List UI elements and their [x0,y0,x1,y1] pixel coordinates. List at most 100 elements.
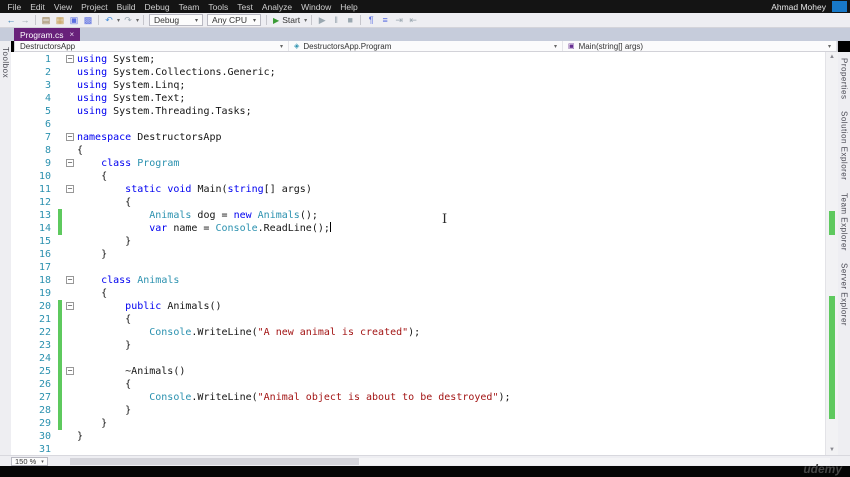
code-line-11[interactable]: 11 − static void Main(string[] args) [11,183,825,196]
menu-tools[interactable]: Tools [204,2,233,12]
panel-tab-properties[interactable]: Properties [840,58,849,99]
undo-icon[interactable]: ↶ [102,14,116,27]
chevron-down-icon[interactable]: ▾ [554,43,557,50]
vertical-scrollbar[interactable]: ▲ ▼ [825,52,838,455]
code-line-8[interactable]: 8{ [11,144,825,157]
code-line-14[interactable]: 14 var name = Console.ReadLine(); [11,222,825,235]
nav-forward-icon[interactable]: → [18,14,32,27]
code-line-3[interactable]: 3 using System.Linq; [11,79,825,92]
tab-program-cs[interactable]: Program.cs × [14,28,81,41]
code-line-1[interactable]: 1 − using System; [11,53,825,66]
code-line-9[interactable]: 9 − class Program [11,157,825,170]
code-line-12[interactable]: 12 { [11,196,825,209]
save-icon[interactable]: ▣ [67,14,81,27]
code-text: class Animals [101,275,180,286]
fold-margin [62,222,77,235]
show-whitespace-icon[interactable]: ¶ [364,14,378,27]
code-line-18[interactable]: 18 − class Animals [11,274,825,287]
run-icon[interactable]: ▶ [315,14,329,27]
indent-icon[interactable]: ⇥ [392,14,406,27]
horizontal-scroll-thumb[interactable] [70,458,359,465]
panel-tab-toolbox[interactable]: Toolbox [1,47,10,78]
collapse-icon[interactable]: − [66,367,74,375]
start-label: Start [282,15,301,25]
code-line-28[interactable]: 28 } [11,404,825,417]
scroll-down-icon[interactable]: ▼ [826,447,838,453]
menu-edit[interactable]: Edit [26,2,50,12]
panel-tab-solution-explorer[interactable]: Solution Explorer [840,111,849,180]
code-line-22[interactable]: 22 Console.WriteLine("A new animal is cr… [11,326,825,339]
menu-view[interactable]: View [49,2,76,12]
menu-items: File Edit View Project Build Debug Team Tools Te… [3,2,362,12]
code-line-30[interactable]: 30} [11,430,825,443]
outdent-icon[interactable]: ⇤ [406,14,420,27]
menu-file[interactable]: File [3,2,26,12]
comment-icon[interactable]: ≡ [378,14,392,27]
chevron-down-icon[interactable]: ▾ [280,43,283,50]
panel-tab-team-explorer[interactable]: Team Explorer [840,193,849,251]
dropdown-chevron-icon[interactable]: ▾ [136,17,139,24]
horizontal-scrollbar[interactable] [70,458,830,465]
menu-window[interactable]: Window [297,2,336,12]
code-line-16[interactable]: 16 } [11,248,825,261]
code-line-20[interactable]: 20 − public Animals() [11,300,825,313]
code-line-24[interactable]: 24 [11,352,825,365]
code-line-2[interactable]: 2 using System.Collections.Generic; [11,66,825,79]
collapse-icon[interactable]: − [66,55,74,63]
menu-help[interactable]: Help [336,2,362,12]
code-line-17[interactable]: 17 [11,261,825,274]
dropdown-chevron-icon[interactable]: ▾ [117,17,120,24]
configuration-dropdown[interactable]: Debug ▾ [149,14,204,26]
code-line-27[interactable]: 27 Console.WriteLine("Animal object is a… [11,391,825,404]
line-number: 23 [38,340,51,351]
menu-test[interactable]: Test [233,2,258,12]
code-line-4[interactable]: 4 using System.Text; [11,92,825,105]
pause-icon[interactable]: ‖ [329,14,343,27]
panel-tab-server-explorer[interactable]: Server Explorer [840,263,849,326]
menu-analyze[interactable]: Analyze [257,2,296,12]
breadcrumb-item-1[interactable]: DestructorsApp ▾ [15,41,289,51]
menu-debug[interactable]: Debug [140,2,174,12]
collapse-icon[interactable]: − [66,276,74,284]
menu-project[interactable]: Project [77,2,112,12]
platform-dropdown[interactable]: Any CPU ▾ [207,14,262,26]
code-line-25[interactable]: 25 − ~Animals() [11,365,825,378]
code-line-26[interactable]: 26 { [11,378,825,391]
breadcrumb-item-3[interactable]: ▣ Main(string[] args) ▾ [563,41,837,51]
collapse-icon[interactable]: − [66,185,74,193]
code-line-23[interactable]: 23 } [11,339,825,352]
code-line-6[interactable]: 6 [11,118,825,131]
new-file-icon[interactable]: ▤ [39,14,53,27]
menu-team[interactable]: Team [174,2,204,12]
stop-icon[interactable]: ■ [343,14,357,27]
zoom-select[interactable]: 150 % ▾ [11,457,48,466]
user-name[interactable]: Ahmad Mohey [771,2,826,12]
chevron-down-icon[interactable]: ▾ [828,43,831,50]
collapse-icon[interactable]: − [66,159,74,167]
code-line-19[interactable]: 19 { [11,287,825,300]
code-line-21[interactable]: 21 { [11,313,825,326]
menu-build[interactable]: Build [112,2,140,12]
code-line-10[interactable]: 10 { [11,170,825,183]
code-line-15[interactable]: 15 } [11,235,825,248]
dropdown-chevron-icon[interactable]: ▾ [304,17,307,24]
code-line-29[interactable]: 29 } [11,417,825,430]
scroll-up-icon[interactable]: ▲ [826,54,838,60]
account-badge-icon[interactable] [832,1,847,12]
code-line-13[interactable]: 13 Animals dog = new Animals(); [11,209,825,222]
nav-back-icon[interactable]: ← [4,14,18,27]
fold-margin [62,105,77,118]
code-line-5[interactable]: 5 using System.Threading.Tasks; [11,105,825,118]
collapse-icon[interactable]: − [66,302,74,310]
open-file-icon[interactable]: ▦ [53,14,67,27]
collapse-icon[interactable]: − [66,133,74,141]
breadcrumb-item-2[interactable]: ◈ DestructorsApp.Program ▾ [289,41,563,51]
code-editor[interactable]: 1− using System; 2 using System.Collections… [11,52,838,455]
save-all-icon[interactable]: ▩ [81,14,95,27]
close-icon[interactable]: × [69,30,74,39]
code-line-31[interactable]: 31 [11,443,825,455]
code-line-7[interactable]: 7 − namespace DestructorsApp [11,131,825,144]
code-text: var name = Console.ReadLine(); [149,222,331,234]
redo-icon[interactable]: ↷ [121,14,135,27]
start-button[interactable]: ▶ Start [273,15,300,25]
